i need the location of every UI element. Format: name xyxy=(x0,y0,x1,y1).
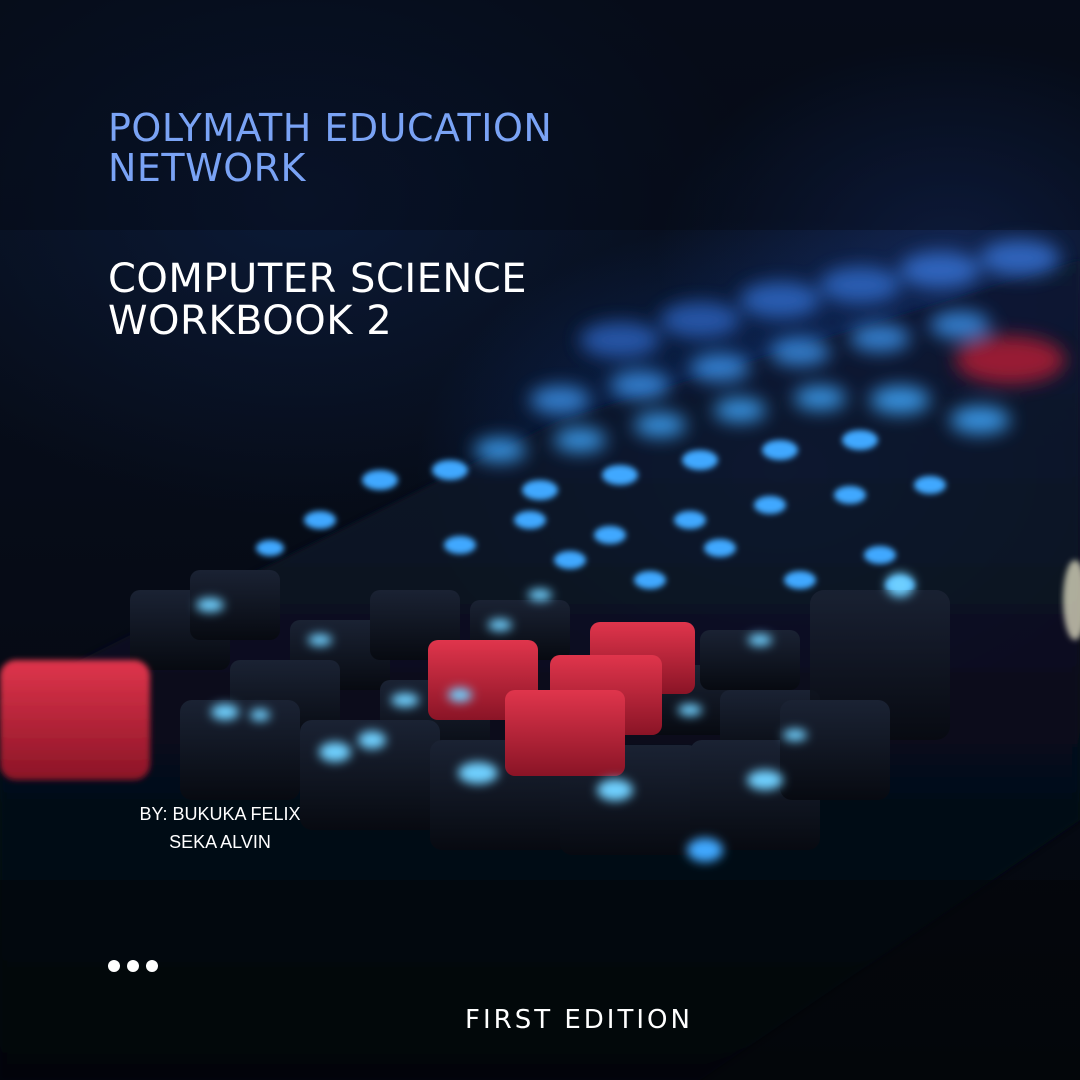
organization-name-line1: POLYMATH EDUCATION xyxy=(108,106,553,150)
book-title-line1: COMPUTER SCIENCE xyxy=(108,256,528,302)
dot-icon xyxy=(108,960,120,972)
author-credits: BY: BUKUKA FELIX SEKA ALVIN xyxy=(110,800,330,856)
ellipsis-icon xyxy=(108,960,160,972)
author-line1: BY: BUKUKA FELIX xyxy=(139,804,301,824)
author-line2: SEKA ALVIN xyxy=(169,832,271,852)
dot-icon xyxy=(146,960,158,972)
cover-text-layer: POLYMATH EDUCATION NETWORK COMPUTER SCIE… xyxy=(0,0,1080,1080)
book-cover: POLYMATH EDUCATION NETWORK COMPUTER SCIE… xyxy=(0,0,1080,1080)
dot-icon xyxy=(127,960,139,972)
edition-label: FIRST EDITION xyxy=(465,1005,693,1035)
book-title: COMPUTER SCIENCE WORKBOOK 2 xyxy=(108,258,668,342)
organization-name-line2: NETWORK xyxy=(108,146,306,190)
organization-name: POLYMATH EDUCATION NETWORK xyxy=(108,108,668,188)
book-title-line2: WORKBOOK 2 xyxy=(108,298,393,344)
